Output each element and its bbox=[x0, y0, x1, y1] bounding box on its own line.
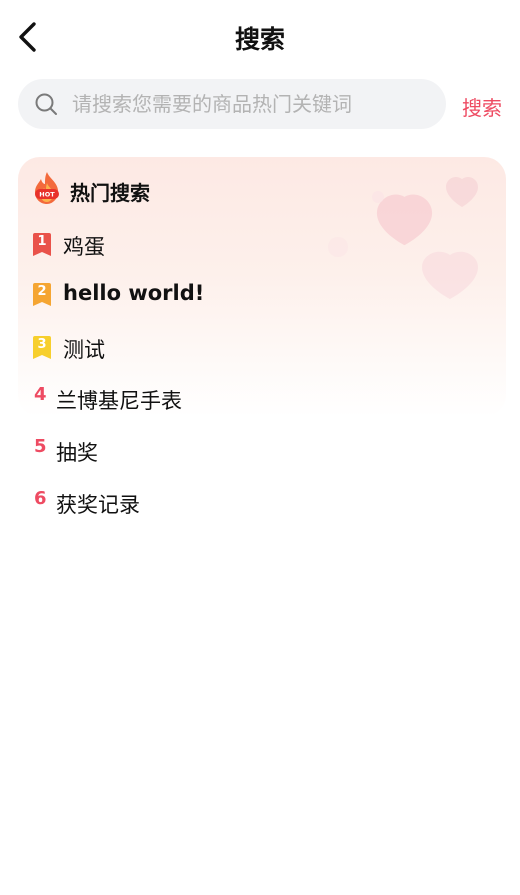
rank-number: 2 bbox=[37, 284, 47, 299]
hot-search-label: 兰博基尼手表 bbox=[56, 389, 182, 413]
hot-search-label: 测试 bbox=[63, 338, 105, 362]
hot-search-title: 热门搜索 bbox=[70, 181, 150, 205]
search-input[interactable] bbox=[72, 79, 432, 129]
rank-number: 4 bbox=[34, 384, 47, 405]
search-bar[interactable] bbox=[18, 79, 446, 129]
hot-search-label: hello world! bbox=[63, 281, 205, 305]
hot-search-label: 抽奖 bbox=[56, 441, 98, 465]
page-title: 搜索 bbox=[234, 25, 285, 54]
top-bar: 搜索 bbox=[0, 0, 520, 76]
rank-number: 5 bbox=[34, 436, 47, 457]
hot-icon-text: HOT bbox=[39, 191, 55, 199]
rank-number: 6 bbox=[34, 488, 47, 509]
search-button[interactable]: 搜索 bbox=[462, 92, 502, 121]
search-icon bbox=[35, 93, 57, 115]
rank-number: 3 bbox=[37, 337, 47, 352]
rank-number: 1 bbox=[37, 234, 47, 249]
hot-search-label: 鸡蛋 bbox=[63, 235, 105, 259]
hot-search-label: 获奖记录 bbox=[56, 493, 140, 517]
flame-icon: HOT bbox=[35, 172, 59, 204]
